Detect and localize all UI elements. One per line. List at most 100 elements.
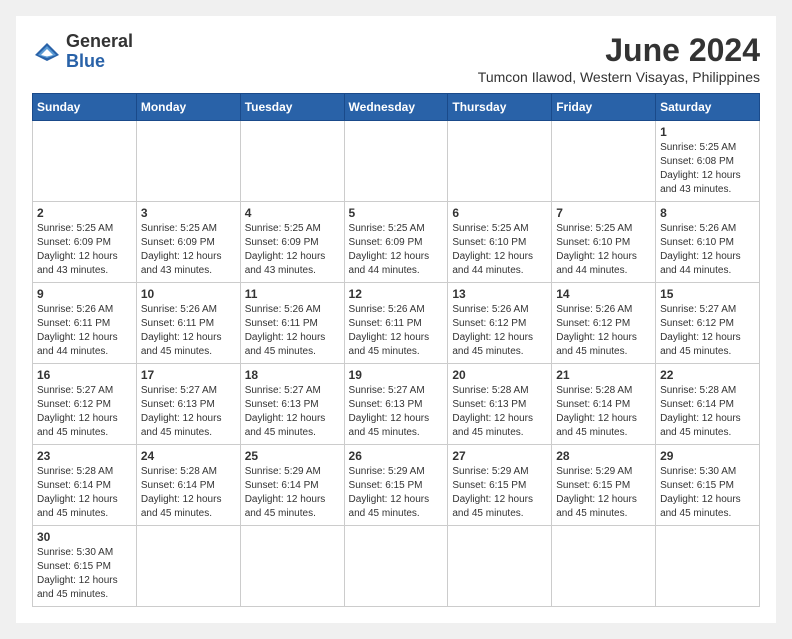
day-number: 22 bbox=[660, 368, 755, 382]
calendar-cell bbox=[448, 526, 552, 607]
day-header-tuesday: Tuesday bbox=[240, 94, 344, 121]
day-info: Sunrise: 5:26 AM Sunset: 6:11 PM Dayligh… bbox=[141, 303, 236, 359]
day-number: 30 bbox=[37, 530, 132, 544]
week-row-5: 23 Sunrise: 5:28 AM Sunset: 6:14 PM Dayli… bbox=[33, 445, 760, 526]
calendar-cell: 26 Sunrise: 5:29 AM Sunset: 6:15 PM Dayli… bbox=[344, 445, 448, 526]
calendar-cell bbox=[136, 526, 240, 607]
day-number: 13 bbox=[452, 287, 547, 301]
day-number: 29 bbox=[660, 449, 755, 463]
calendar-cell: 17Sunrise: 5:27 AM Sunset: 6:13 PM Dayli… bbox=[136, 364, 240, 445]
calendar-cell: 11 Sunrise: 5:26 AM Sunset: 6:11 PM Dayli… bbox=[240, 283, 344, 364]
day-header-friday: Friday bbox=[552, 94, 656, 121]
day-number: 19 bbox=[349, 368, 444, 382]
day-number: 5 bbox=[349, 206, 444, 220]
calendar-cell: 14 Sunrise: 5:26 AM Sunset: 6:12 PM Dayli… bbox=[552, 283, 656, 364]
calendar-cell: 5Sunrise: 5:25 AM Sunset: 6:09 PM Daylig… bbox=[344, 202, 448, 283]
day-number: 15 bbox=[660, 287, 755, 301]
calendar-table: SundayMondayTuesdayWednesdayThursdayFrid… bbox=[32, 93, 760, 607]
calendar-cell: 8Sunrise: 5:26 AM Sunset: 6:10 PM Daylig… bbox=[656, 202, 760, 283]
week-row-4: 16Sunrise: 5:27 AM Sunset: 6:12 PM Dayli… bbox=[33, 364, 760, 445]
calendar-cell: 30 Sunrise: 5:30 AM Sunset: 6:15 PM Dayli… bbox=[33, 526, 137, 607]
day-number: 20 bbox=[452, 368, 547, 382]
day-info: Sunrise: 5:27 AM Sunset: 6:13 PM Dayligh… bbox=[245, 384, 340, 440]
day-info: Sunrise: 5:27 AM Sunset: 6:13 PM Dayligh… bbox=[141, 384, 236, 440]
calendar-cell: 7 Sunrise: 5:25 AM Sunset: 6:10 PM Daylig… bbox=[552, 202, 656, 283]
calendar-cell bbox=[344, 121, 448, 202]
day-info: Sunrise: 5:30 AM Sunset: 6:15 PM Dayligh… bbox=[660, 465, 755, 521]
calendar-cell: 25 Sunrise: 5:29 AM Sunset: 6:14 PM Dayli… bbox=[240, 445, 344, 526]
calendar-cell: 9 Sunrise: 5:26 AM Sunset: 6:11 PM Daylig… bbox=[33, 283, 137, 364]
week-row-1: 1 Sunrise: 5:25 AM Sunset: 6:08 PM Daylig… bbox=[33, 121, 760, 202]
day-header-row: SundayMondayTuesdayWednesdayThursdayFrid… bbox=[33, 94, 760, 121]
day-info: Sunrise: 5:29 AM Sunset: 6:14 PM Dayligh… bbox=[245, 465, 340, 521]
day-number: 23 bbox=[37, 449, 132, 463]
day-header-monday: Monday bbox=[136, 94, 240, 121]
calendar-cell: 22Sunrise: 5:28 AM Sunset: 6:14 PM Dayli… bbox=[656, 364, 760, 445]
calendar-cell: 1 Sunrise: 5:25 AM Sunset: 6:08 PM Daylig… bbox=[656, 121, 760, 202]
page: General Blue June 2024 Tumcon Ilawod, We… bbox=[16, 16, 776, 623]
logo-text: General Blue bbox=[66, 32, 133, 72]
day-number: 10 bbox=[141, 287, 236, 301]
calendar-cell bbox=[656, 526, 760, 607]
day-number: 28 bbox=[556, 449, 651, 463]
day-number: 1 bbox=[660, 125, 755, 139]
calendar-cell: 23 Sunrise: 5:28 AM Sunset: 6:14 PM Dayli… bbox=[33, 445, 137, 526]
day-number: 7 bbox=[556, 206, 651, 220]
day-number: 26 bbox=[349, 449, 444, 463]
calendar-cell: 20Sunrise: 5:28 AM Sunset: 6:13 PM Dayli… bbox=[448, 364, 552, 445]
day-header-thursday: Thursday bbox=[448, 94, 552, 121]
day-number: 4 bbox=[245, 206, 340, 220]
day-info: Sunrise: 5:25 AM Sunset: 6:10 PM Dayligh… bbox=[452, 222, 547, 278]
day-number: 14 bbox=[556, 287, 651, 301]
generalblue-logo-icon bbox=[32, 40, 62, 64]
day-info: Sunrise: 5:26 AM Sunset: 6:11 PM Dayligh… bbox=[245, 303, 340, 359]
header: General Blue June 2024 Tumcon Ilawod, We… bbox=[32, 32, 760, 85]
title-area: June 2024 Tumcon Ilawod, Western Visayas… bbox=[478, 32, 760, 85]
calendar-cell: 16Sunrise: 5:27 AM Sunset: 6:12 PM Dayli… bbox=[33, 364, 137, 445]
calendar-cell: 19 Sunrise: 5:27 AM Sunset: 6:13 PM Dayli… bbox=[344, 364, 448, 445]
calendar-cell: 27 Sunrise: 5:29 AM Sunset: 6:15 PM Dayli… bbox=[448, 445, 552, 526]
day-number: 18 bbox=[245, 368, 340, 382]
day-header-saturday: Saturday bbox=[656, 94, 760, 121]
week-row-6: 30 Sunrise: 5:30 AM Sunset: 6:15 PM Dayli… bbox=[33, 526, 760, 607]
day-number: 9 bbox=[37, 287, 132, 301]
day-number: 27 bbox=[452, 449, 547, 463]
day-info: Sunrise: 5:26 AM Sunset: 6:11 PM Dayligh… bbox=[349, 303, 444, 359]
day-info: Sunrise: 5:25 AM Sunset: 6:09 PM Dayligh… bbox=[37, 222, 132, 278]
calendar-cell bbox=[240, 121, 344, 202]
day-number: 21 bbox=[556, 368, 651, 382]
day-info: Sunrise: 5:25 AM Sunset: 6:09 PM Dayligh… bbox=[245, 222, 340, 278]
month-title: June 2024 bbox=[478, 32, 760, 69]
day-info: Sunrise: 5:29 AM Sunset: 6:15 PM Dayligh… bbox=[556, 465, 651, 521]
calendar-cell: 29 Sunrise: 5:30 AM Sunset: 6:15 PM Dayli… bbox=[656, 445, 760, 526]
calendar-cell bbox=[240, 526, 344, 607]
day-info: Sunrise: 5:28 AM Sunset: 6:14 PM Dayligh… bbox=[141, 465, 236, 521]
day-number: 25 bbox=[245, 449, 340, 463]
calendar-cell: 12Sunrise: 5:26 AM Sunset: 6:11 PM Dayli… bbox=[344, 283, 448, 364]
day-number: 6 bbox=[452, 206, 547, 220]
logo-general: General bbox=[66, 31, 133, 51]
day-info: Sunrise: 5:27 AM Sunset: 6:13 PM Dayligh… bbox=[349, 384, 444, 440]
calendar-cell: 15 Sunrise: 5:27 AM Sunset: 6:12 PM Dayli… bbox=[656, 283, 760, 364]
day-number: 16 bbox=[37, 368, 132, 382]
calendar-cell bbox=[552, 121, 656, 202]
day-number: 3 bbox=[141, 206, 236, 220]
day-info: Sunrise: 5:30 AM Sunset: 6:15 PM Dayligh… bbox=[37, 546, 132, 602]
calendar-cell bbox=[344, 526, 448, 607]
calendar-cell bbox=[33, 121, 137, 202]
day-info: Sunrise: 5:25 AM Sunset: 6:08 PM Dayligh… bbox=[660, 141, 755, 197]
day-info: Sunrise: 5:26 AM Sunset: 6:12 PM Dayligh… bbox=[556, 303, 651, 359]
calendar-cell: 10 Sunrise: 5:26 AM Sunset: 6:11 PM Dayli… bbox=[136, 283, 240, 364]
day-info: Sunrise: 5:27 AM Sunset: 6:12 PM Dayligh… bbox=[660, 303, 755, 359]
calendar-cell: 2Sunrise: 5:25 AM Sunset: 6:09 PM Daylig… bbox=[33, 202, 137, 283]
day-info: Sunrise: 5:29 AM Sunset: 6:15 PM Dayligh… bbox=[452, 465, 547, 521]
week-row-3: 9 Sunrise: 5:26 AM Sunset: 6:11 PM Daylig… bbox=[33, 283, 760, 364]
day-number: 11 bbox=[245, 287, 340, 301]
day-info: Sunrise: 5:28 AM Sunset: 6:14 PM Dayligh… bbox=[37, 465, 132, 521]
calendar-cell bbox=[448, 121, 552, 202]
day-info: Sunrise: 5:29 AM Sunset: 6:15 PM Dayligh… bbox=[349, 465, 444, 521]
day-info: Sunrise: 5:25 AM Sunset: 6:10 PM Dayligh… bbox=[556, 222, 651, 278]
day-info: Sunrise: 5:28 AM Sunset: 6:14 PM Dayligh… bbox=[556, 384, 651, 440]
day-info: Sunrise: 5:26 AM Sunset: 6:11 PM Dayligh… bbox=[37, 303, 132, 359]
calendar-cell: 18 Sunrise: 5:27 AM Sunset: 6:13 PM Dayli… bbox=[240, 364, 344, 445]
